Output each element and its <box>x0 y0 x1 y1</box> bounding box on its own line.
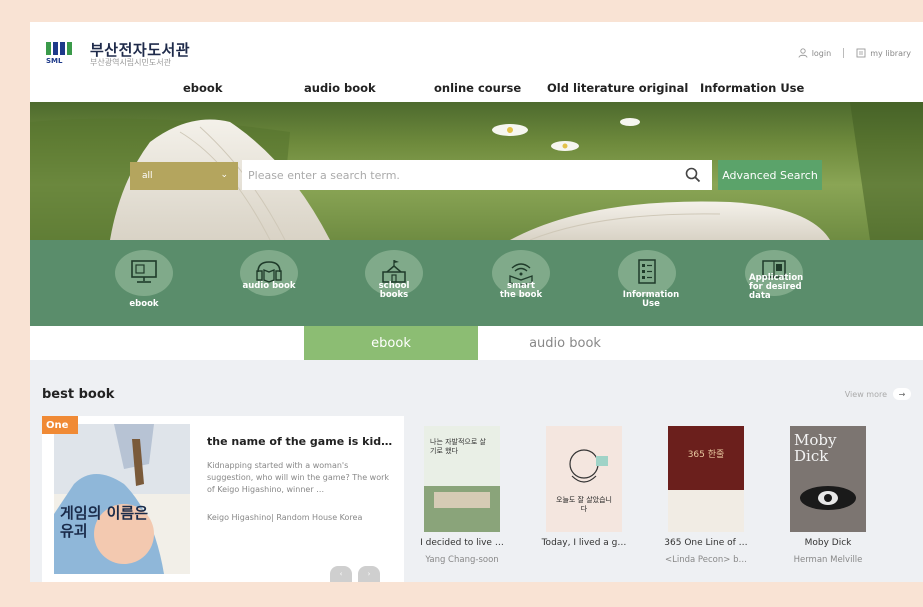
best-book-section: best book View more → 게임의 이름은 유괴 One the… <box>30 360 923 582</box>
search-input[interactable] <box>248 168 668 182</box>
next-button[interactable]: › <box>358 566 380 582</box>
book-card[interactable]: Moby Dick Moby Dick Herman Melville <box>772 424 884 574</box>
arrow-right-icon: → <box>893 388 911 400</box>
category-smart-book[interactable]: smart the book <box>482 250 564 326</box>
view-more-label: View more <box>844 389 887 399</box>
cover-title-text: 오늘도 잘 살았습니다 <box>556 496 612 513</box>
logo-subtitle: 부산광역시립시민도서관 <box>90 58 171 67</box>
cover-title-text: 게임의 이름은 유괴 <box>60 504 149 540</box>
util-divider <box>843 48 845 58</box>
book-title: I decided to live … <box>420 538 504 548</box>
chevron-right-icon: › <box>367 570 371 578</box>
advanced-search-button[interactable]: Advanced Search <box>718 160 822 190</box>
book-card[interactable]: 나는 자발적으로 살기로 했다 I decided to live … Yang… <box>406 424 518 574</box>
book-cover: 365 한줄 <box>668 426 744 532</box>
my-library-label: my library <box>870 48 911 58</box>
my-library-link[interactable]: my library <box>856 48 911 58</box>
cover-title-text: Moby Dick <box>794 431 837 465</box>
featured-book-author: Keigo Higashino| Random House Korea <box>207 513 363 522</box>
nav-audio-book[interactable]: audio book <box>304 81 376 95</box>
book-card[interactable]: 오늘도 잘 살았습니다 Today, I lived a g… <box>528 424 640 574</box>
featured-book-cover[interactable]: 게임의 이름은 유괴 <box>54 424 190 574</box>
category-information-use[interactable]: Information Use <box>608 250 690 326</box>
book-cover-image <box>668 426 744 532</box>
category-label: Information Use <box>622 290 680 309</box>
cover-title-text: 365 한줄 <box>687 450 725 460</box>
book-cover: 나는 자발적으로 살기로 했다 <box>424 426 500 532</box>
document-list-icon <box>638 259 656 284</box>
book-author: Yang Chang-soon <box>425 555 499 565</box>
library-card-icon <box>856 48 866 58</box>
search-box <box>242 160 712 190</box>
book-title: Moby Dick <box>804 538 852 548</box>
prev-button[interactable]: ‹ <box>330 566 352 582</box>
section-title: best book <box>42 387 115 402</box>
cover-title-text: 나는 자발적으로 살기로 했다 <box>430 438 486 455</box>
library-logo[interactable]: SML 부산전자도서관 부산광역시립시민도서관 <box>44 36 214 67</box>
view-more-link[interactable]: View more → <box>845 388 911 400</box>
category-label: audio book <box>242 281 296 291</box>
category-circle <box>115 250 173 296</box>
category-label: ebook <box>129 299 159 309</box>
book-cover-image <box>54 424 190 574</box>
page-frame: SML 부산전자도서관 부산광역시립시민도서관 login my library… <box>30 22 923 582</box>
chevron-left-icon: ‹ <box>339 570 343 578</box>
book-cover: 오늘도 잘 살았습니다 <box>546 426 622 532</box>
book-author: <Linda Pecon> b… <box>665 555 747 565</box>
utility-links: login my library <box>798 44 911 62</box>
chevron-down-icon: ⌄ <box>220 170 228 180</box>
book-cover: Moby Dick <box>790 426 866 532</box>
nav-ebook[interactable]: ebook <box>183 81 222 95</box>
category-audio-book[interactable]: audio book <box>230 250 312 326</box>
hero-banner: all ⌄ Advanced Search <box>30 102 923 240</box>
category-ebook[interactable]: ebook <box>105 250 187 326</box>
book-author: Herman Melville <box>793 555 863 565</box>
featured-book-title[interactable]: the name of the game is kid… <box>207 435 397 448</box>
featured-book-description: Kidnapping started with a woman's sugges… <box>207 461 390 494</box>
search-category-select[interactable]: all ⌄ <box>130 162 238 190</box>
tab-audio-book[interactable]: audio book <box>478 326 652 360</box>
tab-ebook[interactable]: ebook <box>304 326 478 367</box>
category-band: ebook audio book school books smart the … <box>30 240 923 326</box>
header: SML 부산전자도서관 부산광역시립시민도서관 login my library <box>30 22 923 74</box>
category-label: school books <box>378 281 410 300</box>
book-cover-image <box>546 426 622 532</box>
monitor-icon <box>131 260 157 283</box>
rank-badge: One <box>42 416 78 434</box>
nav-online-course[interactable]: online course <box>434 81 521 95</box>
category-label: Application for desired data <box>749 273 804 301</box>
main-nav: ebook audio book online course Old liter… <box>30 74 923 102</box>
logo-abbr: SML <box>46 57 63 65</box>
login-label: login <box>811 48 832 58</box>
category-school-books[interactable]: school books <box>355 250 437 326</box>
featured-book-card: 게임의 이름은 유괴 One the name of the game is k… <box>42 416 404 582</box>
nav-information-use[interactable]: Information Use <box>700 81 804 95</box>
user-icon <box>798 48 808 58</box>
book-title: 365 One Line of … <box>664 538 748 548</box>
category-label: smart the book <box>499 281 543 300</box>
content-tabs: ebook audio book <box>30 326 923 367</box>
search-icon[interactable] <box>684 166 702 184</box>
category-desired-data[interactable]: Application for desired data <box>735 250 817 326</box>
login-link[interactable]: login <box>798 48 832 58</box>
book-card[interactable]: 365 한줄 365 One Line of … <Linda Pecon> b… <box>650 424 762 574</box>
search-category-value: all <box>142 171 153 181</box>
book-title: Today, I lived a g… <box>541 538 627 548</box>
nav-old-literature[interactable]: Old literature original <box>547 81 688 95</box>
